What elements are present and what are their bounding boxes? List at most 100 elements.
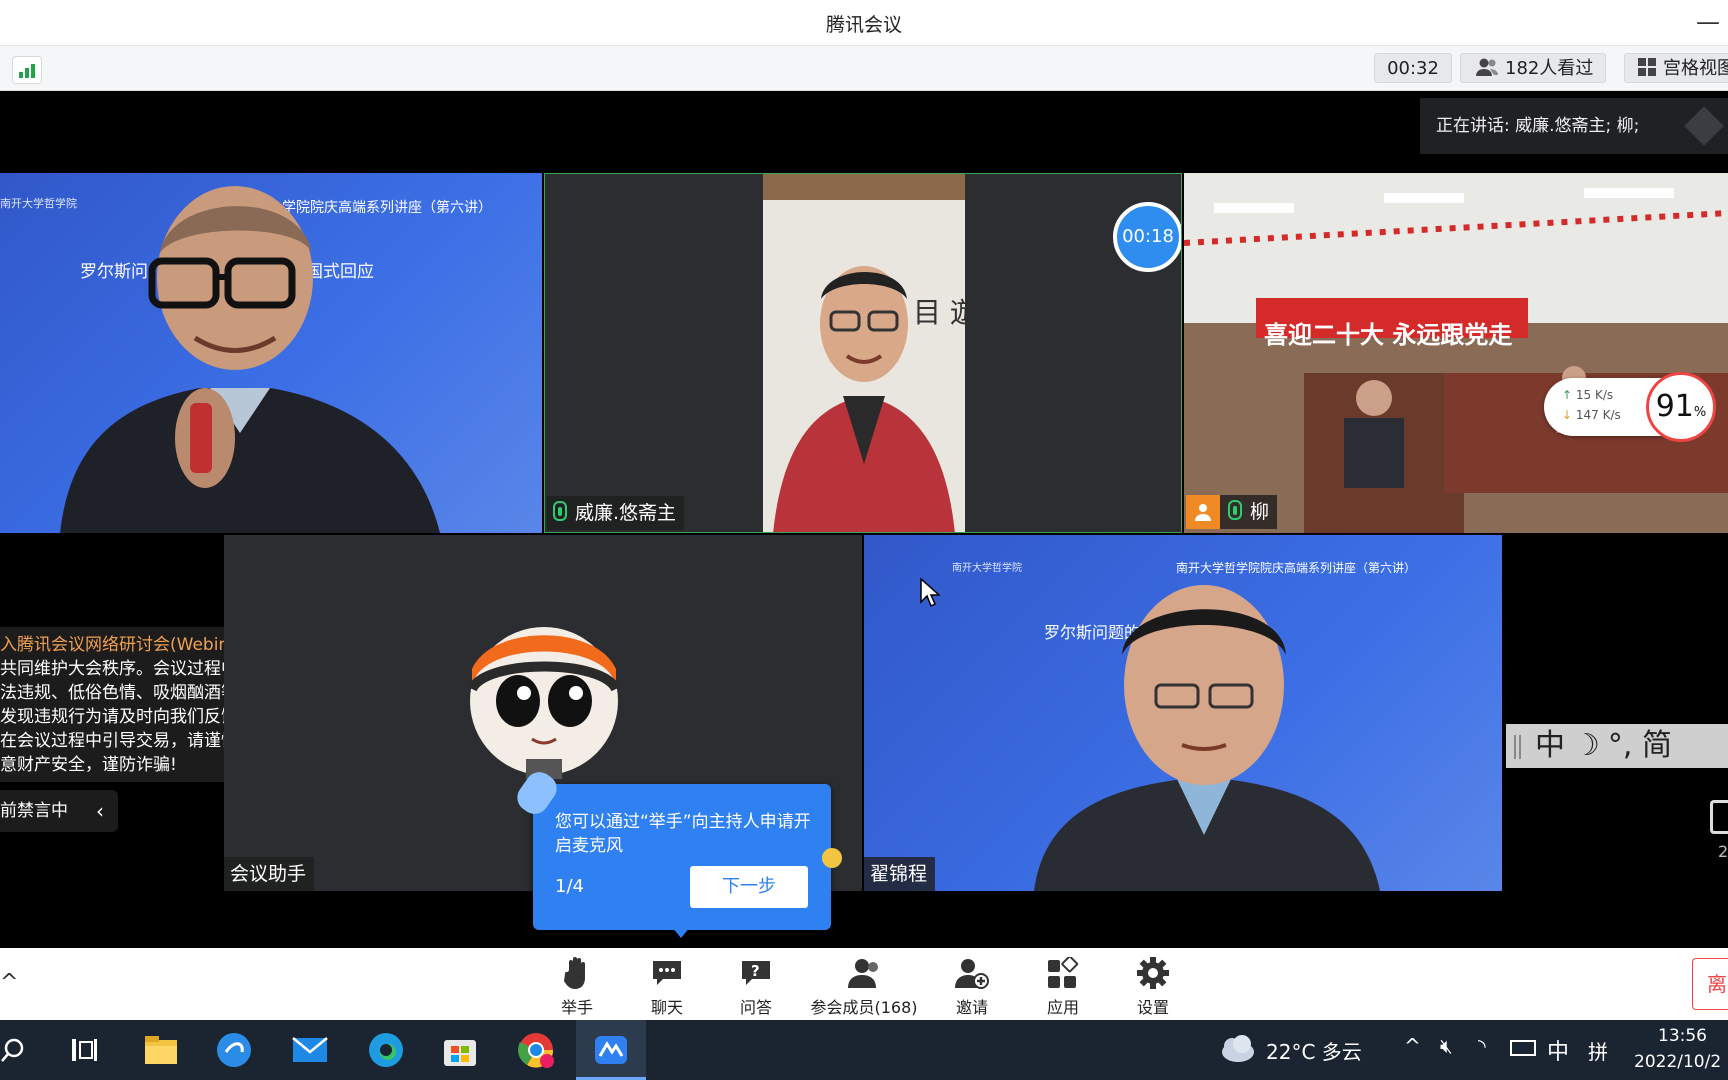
ime-mode-toggle[interactable]: 中 [1535, 728, 1565, 763]
upload-speed: 15 K/s [1575, 388, 1614, 402]
guide-page-indicator: 1/4 [555, 876, 584, 897]
participant-name-tag-4: 会议助手 [224, 857, 315, 891]
cpu-usage-gauge: 91% [1646, 372, 1716, 442]
viewers-count: 182人看过 [1505, 58, 1594, 79]
host-icon [1186, 495, 1220, 529]
invite-button[interactable]: 邀请 [927, 956, 1017, 1018]
participant-name: 柳 [1250, 501, 1270, 523]
settings-button[interactable]: 设置 [1108, 956, 1198, 1018]
participant-name-tag-3: 柳 [1186, 495, 1278, 529]
weather-cloud-icon [1222, 1035, 1254, 1062]
guide-next-button[interactable]: 下一步 [690, 866, 808, 908]
svg-text:目 遊: 目 遊 [913, 296, 965, 329]
video-tile-2[interactable]: 目 遊 00:18 威廉.悠斋主 [544, 173, 1182, 533]
app-icon-blue-circle[interactable] [214, 1030, 254, 1070]
moon-icon[interactable]: ☽ [1573, 728, 1600, 763]
search-icon[interactable] [0, 1036, 28, 1064]
task-view-icon[interactable] [70, 1036, 98, 1064]
file-explorer-icon[interactable] [141, 1030, 181, 1070]
viewers-button[interactable]: 182人看过 [1460, 53, 1606, 83]
edge-browser-icon[interactable] [366, 1030, 406, 1070]
participant-name-tag-2: 威廉.悠斋主 [547, 496, 685, 530]
speaker-muted-icon[interactable]: 🔇︎ [1440, 1034, 1453, 1058]
battery-icon[interactable] [1510, 1040, 1536, 1056]
members-label: 参会成员(168) [810, 998, 918, 1017]
apps-label: 应用 [1046, 998, 1079, 1017]
qa-label: 问答 [739, 998, 772, 1017]
participant-name-tag-5: 翟锦程 [864, 857, 936, 891]
participant-name: 会议助手 [230, 863, 307, 885]
leave-meeting-button[interactable]: 离 [1692, 958, 1728, 1010]
video-tile-3[interactable]: 喜迎二十大 永远跟党走 ↑ 15 K/s ↓ 147 K/s 91% 柳 [1184, 173, 1728, 533]
participant-name: 翟锦程 [870, 863, 928, 885]
countdown-timer: 00:18 [1113, 202, 1181, 272]
download-speed: 147 K/s [1575, 408, 1621, 422]
chevron-up-icon[interactable]: ^ [0, 970, 18, 995]
qa-button[interactable]: ? 问答 [711, 956, 801, 1018]
guide-tooltip-text: 您可以通过“举手”向主持人申请开启麦克风 [555, 812, 811, 856]
ime-simplified-toggle[interactable]: 简 [1642, 728, 1672, 763]
question-icon: ? [742, 961, 770, 985]
chat-label: 聊天 [650, 998, 683, 1017]
clock-date[interactable]: 2022/10/2 [1634, 1052, 1721, 1072]
meeting-room-scene [1184, 173, 1728, 533]
view-mode-label: 宫格视图 [1663, 58, 1728, 79]
settings-label: 设置 [1136, 998, 1169, 1017]
assistant-avatar [467, 627, 621, 779]
add-user-icon [955, 959, 989, 989]
chat-button[interactable]: 聊天 [622, 956, 712, 1018]
cpu-usage-unit: % [1693, 405, 1707, 420]
chevron-left-icon: ‹ [96, 799, 104, 823]
upload-arrow-icon: ↑ [1562, 388, 1573, 402]
grid-view-icon [1638, 58, 1656, 76]
meeting-toolbar: ^ 举手 聊天 ? 问答 参会成员(168) 邀请 应用 设置 离 [0, 948, 1728, 1020]
taskbar-active-app[interactable] [576, 1020, 646, 1080]
guide-tooltip: 您可以通过“举手”向主持人申请开启麦克风 1/4 下一步 [511, 766, 831, 938]
apps-button[interactable]: 应用 [1018, 956, 1108, 1018]
side-panel-digit: 2 [1718, 842, 1728, 861]
network-stats-widget[interactable]: ↑ 15 K/s ↓ 147 K/s 91% [1544, 372, 1716, 442]
speaker-1-figure [60, 186, 440, 533]
speaker-5-figure [1034, 585, 1380, 891]
mail-icon[interactable] [290, 1030, 330, 1070]
people-icon [1476, 58, 1498, 76]
microphone-icon [1228, 500, 1242, 520]
cpu-usage-value: 91 [1655, 389, 1694, 424]
wifi-icon[interactable]: ◝ [1478, 1034, 1486, 1058]
pin-icon[interactable] [1684, 106, 1724, 146]
store-icon[interactable] [440, 1030, 480, 1070]
svg-text:?: ? [751, 962, 760, 980]
room-banner-text: 喜迎二十大 永远跟党走 [1264, 321, 1513, 349]
chevron-up-icon[interactable]: ^ [1404, 1034, 1421, 1058]
video-tile-5[interactable]: 南开大学哲学院 南开大学哲学院院庆高端系列讲座（第六讲） 罗尔斯问题的问题与中国… [864, 535, 1502, 891]
tencent-meeting-icon [595, 1036, 627, 1064]
apps-icon [1048, 957, 1079, 988]
chrome-icon[interactable] [516, 1030, 556, 1070]
ime-indicator[interactable]: 中 [1547, 1034, 1569, 1066]
ime-punct-toggle[interactable]: °, [1608, 728, 1633, 763]
view-mode-button[interactable]: 宫格视图 [1624, 53, 1728, 83]
minimize-button[interactable]: — [1688, 2, 1728, 42]
gear-icon [1137, 957, 1169, 989]
signal-strength-icon[interactable] [12, 56, 42, 84]
members-icon [848, 959, 878, 988]
video-feed-2: 目 遊 [763, 174, 978, 532]
active-speaker-banner: 正在讲话: 威廉.悠斋主; 柳; [1420, 98, 1728, 154]
mute-status-toggle[interactable]: 前禁言中 ‹ [0, 790, 118, 832]
mouse-cursor-icon [920, 578, 940, 608]
clock-time[interactable]: 13:56 [1658, 1026, 1707, 1046]
drag-handle[interactable] [1514, 734, 1521, 759]
ime-toolbar[interactable]: 中 ☽ °, 简 [1506, 724, 1728, 768]
video-tile-1[interactable]: 南开大学哲学院 学院院庆高端系列讲座（第六讲） 罗尔斯问 国式回应 [0, 173, 542, 533]
keyboard-layout-icon[interactable]: 拼 [1588, 1036, 1608, 1065]
meeting-info-bar: 00:32 182人看过 宫格视图 [0, 46, 1728, 91]
title-bar: 腾讯会议 — [0, 0, 1728, 46]
weather-text[interactable]: 22°C 多云 [1266, 1036, 1362, 1065]
members-button[interactable]: 参会成员(168) [804, 956, 924, 1018]
download-arrow-icon: ↓ [1562, 408, 1573, 422]
active-speaker-text: 正在讲话: 威廉.悠斋主; 柳; [1436, 116, 1640, 136]
side-panel-icon[interactable] [1710, 800, 1728, 834]
raise-hand-button[interactable]: 举手 [532, 956, 622, 1018]
tooltip-arrow [671, 926, 691, 938]
chat-icon [653, 961, 681, 985]
